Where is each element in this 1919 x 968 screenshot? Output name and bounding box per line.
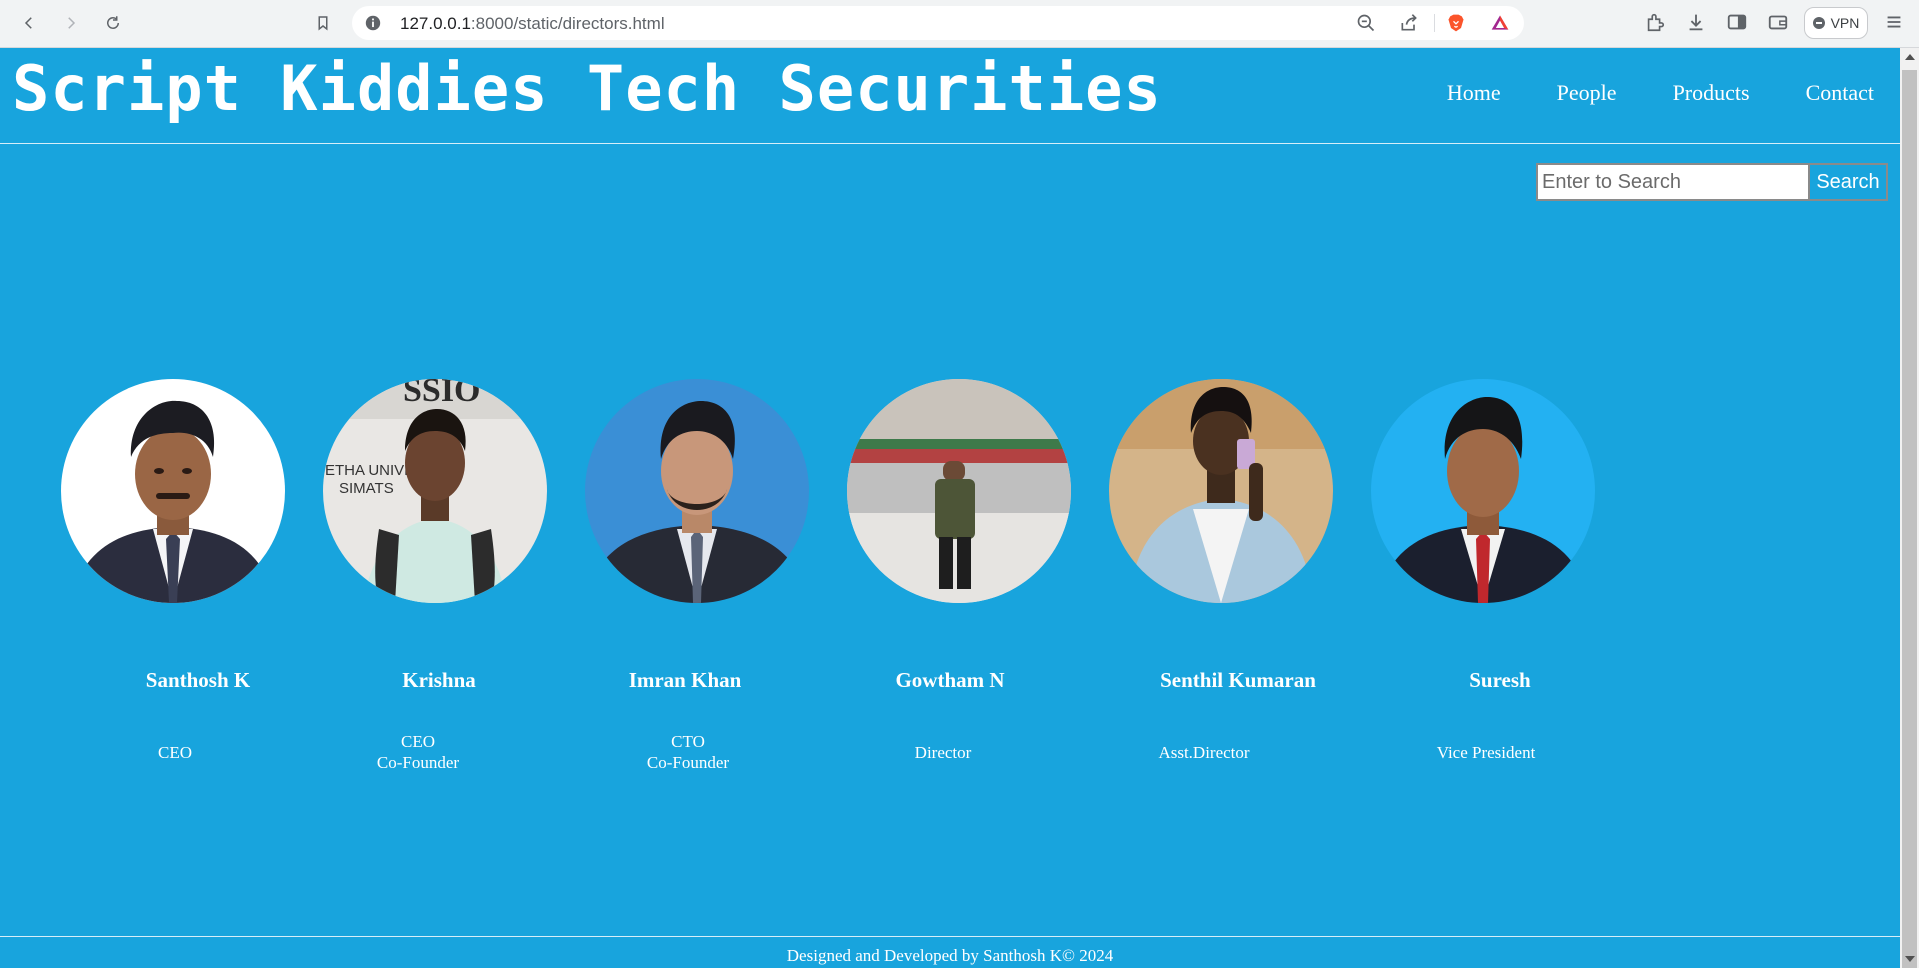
share-icon[interactable] xyxy=(1399,13,1419,33)
avatar-senthil-kumaran xyxy=(1109,379,1333,603)
search-form: Search xyxy=(1536,163,1888,201)
brave-lion-icon[interactable] xyxy=(1446,13,1466,33)
person-name: Krishna xyxy=(402,668,476,692)
scroll-up-icon[interactable] xyxy=(1905,54,1915,60)
page-viewport: Script Kiddies Tech Securities Home Peop… xyxy=(0,48,1900,968)
footer-text: Designed and Developed by Santhosh K© 20… xyxy=(786,946,1114,965)
vpn-button[interactable]: VPN xyxy=(1804,7,1868,39)
nav-people[interactable]: People xyxy=(1557,80,1617,106)
person-role: CEO Co-Founder xyxy=(376,732,460,772)
person-name: Senthil Kumaran xyxy=(1160,668,1316,692)
person-role: CEO xyxy=(158,743,192,762)
person-name: Gowtham N xyxy=(895,668,1005,692)
krishna-sign-line1: ETHA UNIVE xyxy=(325,462,414,479)
header-divider xyxy=(0,143,1900,144)
person-role: Director xyxy=(914,743,972,762)
nav-contact[interactable]: Contact xyxy=(1806,80,1874,106)
avatar-santhosh-k xyxy=(61,379,285,603)
scrollbar-thumb[interactable] xyxy=(1902,70,1917,968)
avatar-suresh xyxy=(1371,379,1595,603)
address-bar[interactable]: 127.0.0.1:8000/static/directors.html xyxy=(352,6,1524,40)
bookmark-icon[interactable] xyxy=(310,10,336,36)
person-role: Vice President xyxy=(1436,743,1536,762)
avatar-gowtham-n xyxy=(847,379,1071,603)
back-arrow-icon[interactable] xyxy=(16,10,42,36)
top-navigation: Home People Products Contact xyxy=(1447,80,1874,106)
download-icon[interactable] xyxy=(1685,11,1707,33)
forward-arrow-icon[interactable] xyxy=(58,10,84,36)
nav-products[interactable]: Products xyxy=(1673,80,1750,106)
scroll-down-icon[interactable] xyxy=(1905,956,1915,962)
sidebar-icon[interactable] xyxy=(1726,11,1748,33)
search-button[interactable]: Search xyxy=(1808,163,1888,201)
krishna-banner-text: SSIO xyxy=(403,379,481,409)
avatar-krishna: SSIO ETHA UNIVE SIMATS xyxy=(323,379,547,603)
site-title: Script Kiddies Tech Securities xyxy=(12,52,1162,125)
person-role: CTO Co-Founder xyxy=(646,732,730,772)
nav-home[interactable]: Home xyxy=(1447,80,1501,106)
brave-rewards-icon[interactable] xyxy=(1490,13,1510,33)
person-name: Suresh xyxy=(1469,668,1531,692)
browser-toolbar: 127.0.0.1:8000/static/directors.html VPN xyxy=(0,0,1919,48)
page-scrollbar[interactable] xyxy=(1900,48,1919,968)
reload-icon[interactable] xyxy=(100,10,126,36)
krishna-sign-line2: SIMATS xyxy=(339,480,394,497)
menu-icon[interactable] xyxy=(1883,11,1905,33)
person-name: Santhosh K xyxy=(145,668,251,692)
search-input[interactable] xyxy=(1536,163,1808,201)
person-name: Imran Khan xyxy=(628,668,742,692)
vpn-status-icon xyxy=(1812,17,1825,29)
avatar-imran-khan xyxy=(585,379,809,603)
footer-divider xyxy=(0,936,1900,937)
extensions-icon[interactable] xyxy=(1644,11,1666,33)
url-text[interactable]: 127.0.0.1:8000/static/directors.html xyxy=(400,14,665,34)
site-info-icon[interactable] xyxy=(364,14,382,32)
vpn-label: VPN xyxy=(1830,15,1860,31)
zoom-out-icon[interactable] xyxy=(1356,13,1376,33)
wallet-icon[interactable] xyxy=(1767,11,1789,33)
person-role: Asst.Director xyxy=(1158,743,1250,762)
